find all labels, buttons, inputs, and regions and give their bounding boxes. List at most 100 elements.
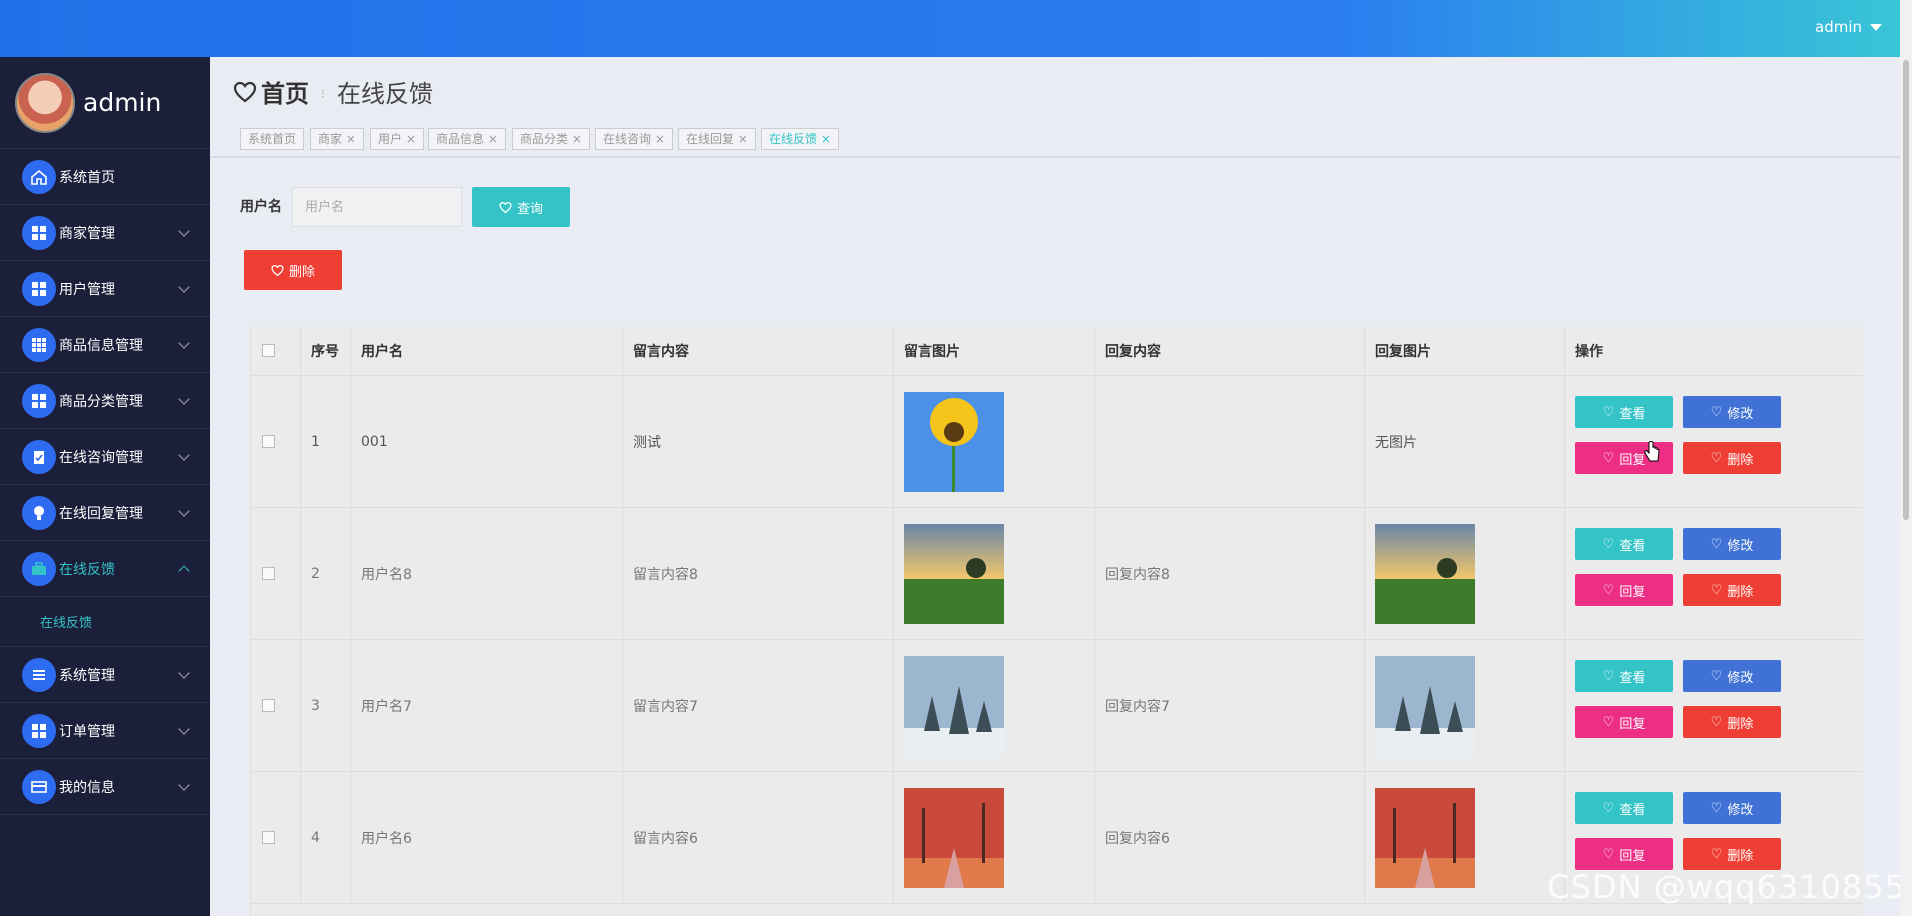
- snow-image[interactable]: [1375, 655, 1475, 756]
- autumn-image[interactable]: [904, 787, 1004, 888]
- field-image[interactable]: [1375, 523, 1475, 624]
- tag-home[interactable]: 系统首页: [240, 128, 305, 150]
- sidebar-item-merchant[interactable]: 商家管理: [0, 205, 210, 261]
- clipboard-icon: [22, 439, 56, 474]
- view-button[interactable]: ♡ 查看: [1575, 396, 1673, 428]
- header-cell: 回复内容: [1095, 326, 1365, 375]
- cell-reply-image: [1365, 508, 1565, 639]
- delete-button[interactable]: ♡ 删除: [1683, 574, 1781, 606]
- chevron-down-icon: [178, 505, 190, 517]
- checkbox[interactable]: [262, 344, 275, 357]
- breadcrumb-home-label: 首页: [261, 80, 309, 108]
- sidebar-item-consult[interactable]: 在线咨询管理: [0, 429, 210, 485]
- tag-category[interactable]: 商品分类 ×: [512, 128, 590, 150]
- cell-reply-image: [1365, 640, 1565, 771]
- tag-user[interactable]: 用户 ×: [370, 128, 424, 150]
- reply-button[interactable]: ♡ 回复: [1575, 574, 1673, 606]
- page-title: 在线反馈: [337, 80, 433, 108]
- checkbox[interactable]: [262, 831, 275, 844]
- heart-icon: ♡: [1710, 846, 1723, 862]
- edit-button[interactable]: ♡ 修改: [1683, 528, 1781, 560]
- sidebar-item-reply[interactable]: 在线回复管理: [0, 485, 210, 541]
- row-select[interactable]: [251, 508, 301, 639]
- scrollbar[interactable]: [1900, 0, 1912, 916]
- sidebar-item-categories[interactable]: 商品分类管理: [0, 373, 210, 429]
- batch-delete-label: 删除: [288, 264, 315, 280]
- reply-label: 回复: [1619, 716, 1646, 732]
- view-button[interactable]: ♡ 查看: [1575, 528, 1673, 560]
- sidebar-item-myinfo[interactable]: 我的信息: [0, 759, 210, 815]
- cell-image: [894, 640, 1095, 771]
- row-select[interactable]: [251, 772, 301, 903]
- row-select[interactable]: [251, 640, 301, 771]
- cell-reply: 回复内容6: [1095, 772, 1365, 903]
- sidebar-item-users[interactable]: 用户管理: [0, 261, 210, 317]
- checkbox[interactable]: [262, 567, 275, 580]
- cell-content: 留言内容7: [623, 640, 894, 771]
- grid-icon: [22, 713, 56, 748]
- sidebar-item-label: 系统管理: [59, 667, 115, 684]
- edit-button[interactable]: ♡ 修改: [1683, 792, 1781, 824]
- sidebar-item-products[interactable]: 商品信息管理: [0, 317, 210, 373]
- cell-reply: 回复内容8: [1095, 508, 1365, 639]
- header-cell: 序号: [301, 326, 351, 375]
- header-cell: 回复图片: [1365, 326, 1565, 375]
- delete-label: 删除: [1727, 716, 1754, 732]
- view-label: 查看: [1619, 406, 1646, 422]
- tag-label: 商家: [318, 132, 343, 146]
- cell-reply: [1095, 376, 1365, 507]
- chevron-down-icon: [178, 225, 190, 237]
- cell-image: [894, 772, 1095, 903]
- reply-button[interactable]: ♡ 回复: [1575, 838, 1673, 870]
- header-select-all[interactable]: [251, 326, 301, 375]
- batch-delete-button[interactable]: 删除: [244, 250, 342, 290]
- tag-feedback[interactable]: 在线反馈 ×: [761, 128, 839, 150]
- sidebar-item-orders[interactable]: 订单管理: [0, 703, 210, 759]
- view-button[interactable]: ♡ 查看: [1575, 660, 1673, 692]
- tag-consult[interactable]: 在线咨询 ×: [595, 128, 673, 150]
- sidebar-subitem-feedback[interactable]: 在线反馈: [0, 597, 210, 647]
- tag-merchant[interactable]: 商家 ×: [310, 128, 364, 150]
- sidebar-item-label: 我的信息: [59, 779, 115, 796]
- query-button[interactable]: 查询: [472, 187, 570, 227]
- checkbox[interactable]: [262, 699, 275, 712]
- sidebar-item-feedback[interactable]: 在线反馈: [0, 541, 210, 597]
- tag-label: 商品分类: [520, 132, 569, 146]
- search-input[interactable]: [292, 187, 462, 227]
- heart-icon: [233, 81, 257, 102]
- reply-button[interactable]: ♡ 回复: [1575, 706, 1673, 738]
- cell-image: [894, 376, 1095, 507]
- scrollbar-thumb[interactable]: [1903, 60, 1909, 520]
- snow-image[interactable]: [904, 655, 1004, 756]
- sidebar-item-label: 在线回复管理: [59, 505, 143, 522]
- view-button[interactable]: ♡ 查看: [1575, 792, 1673, 824]
- tag-product[interactable]: 商品信息 ×: [428, 128, 506, 150]
- field-image[interactable]: [904, 523, 1004, 624]
- heart-icon: ♡: [1602, 404, 1615, 420]
- briefcase-icon: [22, 551, 56, 586]
- sidebar-item-home[interactable]: 系统首页: [0, 149, 210, 205]
- grid-icon: [22, 327, 56, 362]
- user-menu[interactable]: admin: [1815, 18, 1882, 36]
- breadcrumb-home[interactable]: 首页: [233, 74, 309, 109]
- sunflower-image[interactable]: [904, 391, 1004, 492]
- edit-button[interactable]: ♡ 修改: [1683, 660, 1781, 692]
- header-cell: 留言图片: [894, 326, 1095, 375]
- chevron-up-icon: [178, 565, 190, 577]
- cell-index: 1: [301, 376, 351, 507]
- sidebar-item-label: 商品分类管理: [59, 393, 143, 410]
- row-select[interactable]: [251, 376, 301, 507]
- delete-label: 删除: [1727, 848, 1754, 864]
- delete-button[interactable]: ♡ 删除: [1683, 706, 1781, 738]
- edit-button[interactable]: ♡ 修改: [1683, 396, 1781, 428]
- autumn-image[interactable]: [1375, 787, 1475, 888]
- tag-label: 在线咨询: [603, 132, 652, 146]
- tag-reply[interactable]: 在线回复 ×: [678, 128, 756, 150]
- checkbox[interactable]: [262, 435, 275, 448]
- heart-icon: ♡: [1602, 582, 1615, 598]
- sidebar-item-system[interactable]: 系统管理: [0, 647, 210, 703]
- grid-icon: [22, 215, 56, 250]
- delete-button[interactable]: ♡ 删除: [1683, 442, 1781, 474]
- chevron-down-icon: [178, 337, 190, 349]
- delete-button[interactable]: ♡ 删除: [1683, 838, 1781, 870]
